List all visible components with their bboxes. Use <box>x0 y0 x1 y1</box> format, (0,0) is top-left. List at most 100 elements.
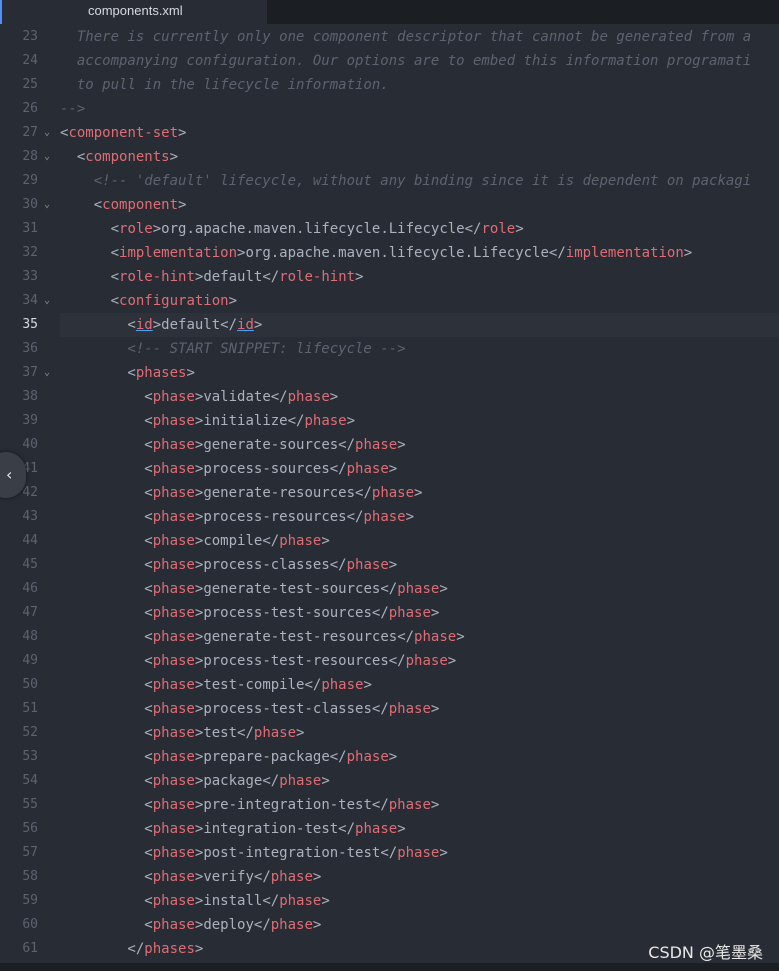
code-line[interactable]: <phase>process-test-resources</phase> <box>60 649 779 673</box>
code-token: </ <box>464 221 482 237</box>
code-token: </ <box>60 941 145 957</box>
line-number: 39 <box>22 413 38 428</box>
code-line[interactable]: <phase>generate-resources</phase> <box>60 481 779 505</box>
code-line[interactable]: <phase>pre-integration-test</phase> <box>60 793 779 817</box>
code-token: </ <box>262 773 280 789</box>
gutter-line: 56 <box>0 817 60 841</box>
fold-chevron-icon[interactable]: ⌄ <box>44 193 50 217</box>
code-line[interactable]: <phase>initialize</phase> <box>60 409 779 433</box>
code-token: phase <box>152 533 195 549</box>
code-line[interactable]: <phase>integration-test</phase> <box>60 817 779 841</box>
code-line[interactable]: <phase>generate-test-sources</phase> <box>60 577 779 601</box>
code-token: process-test-resources <box>203 653 389 669</box>
code-token: phase <box>152 389 195 405</box>
code-line[interactable]: <component> <box>60 193 779 217</box>
code-line[interactable]: <configuration> <box>60 289 779 313</box>
code-line[interactable]: <phase>generate-test-resources</phase> <box>60 625 779 649</box>
code-token: phase <box>279 533 322 549</box>
code-token: </ <box>237 725 254 741</box>
line-number: 24 <box>22 53 38 68</box>
code-token: </ <box>220 317 238 333</box>
line-number: 27 <box>22 125 38 140</box>
code-token: < <box>60 893 153 909</box>
code-line[interactable]: <phase>test-compile</phase> <box>60 673 779 697</box>
code-token: phase <box>152 581 195 597</box>
gutter-line: 35 <box>0 313 60 337</box>
gutter-line: 31 <box>0 217 60 241</box>
line-number: 60 <box>22 917 38 932</box>
code-token: </ <box>548 245 566 261</box>
line-number: 51 <box>22 701 38 716</box>
code-line[interactable]: accompanying configuration. Our options … <box>60 49 779 73</box>
code-line[interactable]: --> <box>60 97 779 121</box>
gutter-line: 23 <box>0 25 60 49</box>
code-token: < <box>60 653 153 669</box>
code-line[interactable]: <role>org.apache.maven.lifecycle.Lifecyc… <box>60 217 779 241</box>
code-token: phase <box>152 821 195 837</box>
code-token: --> <box>60 101 86 117</box>
code-line[interactable]: <phase>install</phase> <box>60 889 779 913</box>
code-token: generate-resources <box>203 485 356 501</box>
code-token: phase <box>152 869 195 885</box>
code-line[interactable]: <phase>process-classes</phase> <box>60 553 779 577</box>
code-token: < <box>60 509 153 525</box>
horizontal-scrollbar[interactable] <box>0 963 779 971</box>
code-token: phase <box>405 653 448 669</box>
code-line[interactable]: <!-- 'default' lifecycle, without any bi… <box>60 169 779 193</box>
code-token: > <box>447 653 457 669</box>
code-line[interactable]: <phase>process-resources</phase> <box>60 505 779 529</box>
code-token: prepare-package <box>203 749 330 765</box>
code-line[interactable]: <phase>process-test-sources</phase> <box>60 601 779 625</box>
fold-chevron-icon[interactable]: ⌄ <box>44 361 50 385</box>
code-token: > <box>430 701 440 717</box>
code-line[interactable]: <phase>compile</phase> <box>60 529 779 553</box>
code-line[interactable]: <implementation>org.apache.maven.lifecyc… <box>60 241 779 265</box>
code-line[interactable]: <phase>deploy</phase> <box>60 913 779 937</box>
code-line[interactable]: <phase>package</phase> <box>60 769 779 793</box>
code-line[interactable]: <id>default</id> <box>60 313 779 337</box>
code-token: < <box>60 773 153 789</box>
code-token: components <box>85 149 170 165</box>
gutter-line: 53 <box>0 745 60 769</box>
code-line[interactable]: There is currently only one component de… <box>60 25 779 49</box>
code-token: install <box>203 893 263 909</box>
code-token: phase <box>152 461 195 477</box>
code-line[interactable]: <phase>process-test-classes</phase> <box>60 697 779 721</box>
code-line[interactable]: <phase>process-sources</phase> <box>60 457 779 481</box>
code-line[interactable]: <phase>prepare-package</phase> <box>60 745 779 769</box>
code-line[interactable]: <phases> <box>60 361 779 385</box>
gutter-line: 36 <box>0 337 60 361</box>
code-line[interactable]: <components> <box>60 145 779 169</box>
code-token: role <box>119 221 153 237</box>
code-token: process-test-classes <box>203 701 372 717</box>
code-line[interactable]: <component-set> <box>60 121 779 145</box>
code-token: phase <box>152 437 195 453</box>
code-token: phase <box>414 629 457 645</box>
code-line[interactable]: <phase>verify</phase> <box>60 865 779 889</box>
code-line[interactable]: <!-- START SNIPPET: lifecycle --> <box>60 337 779 361</box>
line-number: 52 <box>22 725 38 740</box>
gutter-line: 25 <box>0 73 60 97</box>
fold-chevron-icon[interactable]: ⌄ <box>44 289 50 313</box>
code-line[interactable]: to pull in the lifecycle information. <box>60 73 779 97</box>
gutter-line: 52 <box>0 721 60 745</box>
code-token: phase <box>152 701 195 717</box>
tab-components-xml[interactable]: components.xml <box>0 0 267 24</box>
code-token: </ <box>388 653 406 669</box>
code-line[interactable]: <role-hint>default</role-hint> <box>60 265 779 289</box>
code-editor[interactable]: 23 24 25 26 27 ⌄ 28 ⌄ 29 30 ⌄ 31 32 33 34 ⌄ 35 36 37 ⌄ 38 39 4… <box>0 24 779 971</box>
code-token: generate-test-sources <box>203 581 381 597</box>
code-token: < <box>60 749 153 765</box>
code-line[interactable]: <phase>generate-sources</phase> <box>60 433 779 457</box>
code-token: to pull in the lifecycle information. <box>60 77 389 93</box>
fold-chevron-icon[interactable]: ⌄ <box>44 121 50 145</box>
fold-chevron-icon[interactable]: ⌄ <box>44 145 50 169</box>
code-token: > <box>397 821 406 837</box>
code-token: > <box>388 749 398 765</box>
code-line[interactable]: <phase>post-integration-test</phase> <box>60 841 779 865</box>
code-line[interactable]: <phase>test</phase> <box>60 721 779 745</box>
code-line[interactable]: <phase>validate</phase> <box>60 385 779 409</box>
gutter-line: 51 <box>0 697 60 721</box>
line-number: 57 <box>22 845 38 860</box>
code-token: phase <box>346 461 389 477</box>
